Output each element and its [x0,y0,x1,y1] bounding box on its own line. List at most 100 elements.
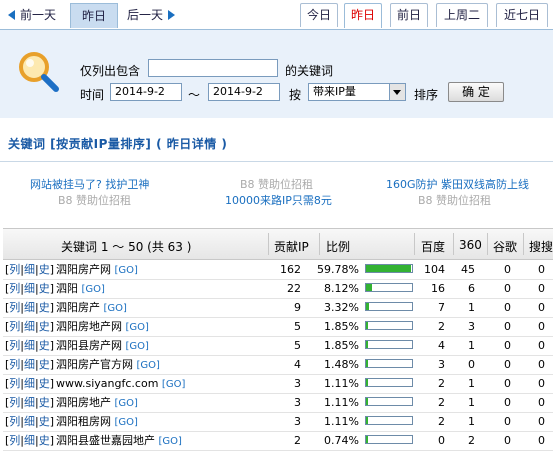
detail-link[interactable]: 细 [24,339,35,352]
ratio-bar-fill [366,322,368,329]
list-link[interactable]: 列 [9,282,20,295]
prev-day-link[interactable]: 前一天 [8,5,56,25]
detail-link[interactable]: 细 [24,396,35,409]
table-row: [列|细|史] 泗阳房地产 [GO] 3 1.11% 2 1 0 0 [3,393,553,413]
list-link[interactable]: 列 [9,358,20,371]
date-from-input[interactable]: 2014-9-2 [110,83,182,101]
go-link[interactable]: [GO] [82,284,105,295]
detail-link[interactable]: 细 [24,434,35,447]
go-link[interactable]: [GO] [126,322,149,333]
go-link[interactable]: [GO] [137,360,160,371]
go-link[interactable]: [GO] [126,341,149,352]
ad-link-left-2[interactable]: B8 赞助位招租 [58,192,131,208]
header-360[interactable]: 360 [459,238,482,252]
history-link[interactable]: 史 [39,282,50,295]
header-google[interactable]: 谷歌 [493,238,517,255]
tab-yesterday-label: 昨日 [350,8,375,22]
row-baidu: 2 [438,396,445,409]
ad-link-right-1[interactable]: 160G防护 紫田双线高防上线 [386,176,529,192]
go-link[interactable]: [GO] [115,265,138,276]
tab-last-seven-days[interactable]: 近七日 [496,3,548,27]
ad-link-mid-1[interactable]: B8 赞助位招租 [240,176,313,192]
row-360: 0 [468,358,475,371]
header-keyword: 关键词 1 ～ 50 (共 63 ) [61,240,192,254]
history-link[interactable]: 史 [39,263,50,276]
go-link[interactable]: [GO] [115,398,138,409]
list-link[interactable]: 列 [9,434,20,447]
section-title[interactable]: 关键词 [按贡献IP量排序] ( 昨日详情 ) [8,135,227,152]
tab-yesterday[interactable]: 昨日 [344,3,382,28]
chevron-down-icon[interactable] [389,84,405,100]
row-ratio: 1.85% [324,339,359,352]
ratio-bar [365,359,413,368]
list-link[interactable]: 列 [9,263,20,276]
list-link[interactable]: 列 [9,396,20,409]
ratio-bar-fill [366,398,368,405]
detail-link[interactable]: 细 [24,263,35,276]
detail-link[interactable]: 细 [24,377,35,390]
arrow-left-icon [8,10,15,20]
tab-last-seven-days-label: 近七日 [503,8,540,22]
row-sogou: 0 [538,301,545,314]
row-sogou: 0 [538,377,545,390]
history-link[interactable]: 史 [39,301,50,314]
ratio-bar [365,435,413,444]
sort-select[interactable]: 带来IP量 [308,83,406,101]
header-baidu[interactable]: 百度 [421,238,445,255]
ratio-bar [365,378,413,387]
history-link[interactable]: 史 [39,415,50,428]
row-ip: 5 [294,320,301,333]
list-link[interactable]: 列 [9,377,20,390]
list-link[interactable]: 列 [9,320,20,333]
date-to-input[interactable]: 2014-9-2 [208,83,280,101]
ratio-bar-fill [366,379,368,386]
history-link[interactable]: 史 [39,377,50,390]
tab-today[interactable]: 今日 [300,3,338,27]
history-link[interactable]: 史 [39,396,50,409]
go-link[interactable]: [GO] [115,417,138,428]
keyword-suffix-label: 的关键词 [285,64,334,78]
detail-link[interactable]: 细 [24,415,35,428]
row-sogou: 0 [538,339,545,352]
table-row: [列|细|史] 泗阳房产官方网 [GO] 4 1.48% 3 0 0 0 [3,355,553,375]
go-link[interactable]: [GO] [159,436,182,447]
row-google: 0 [504,282,511,295]
list-link[interactable]: 列 [9,415,20,428]
confirm-button[interactable]: 确 定 [448,82,504,102]
header-ip[interactable]: 贡献IP [274,238,309,255]
row-links: [列|细|史] 泗阳房产官方网 [GO] [5,357,160,373]
detail-link[interactable]: 细 [24,301,35,314]
keyword-filter-input[interactable] [148,59,278,77]
ad-link-mid-2[interactable]: 10000来路IP只需8元 [225,192,332,208]
ratio-bar [365,397,413,406]
tab-last-tuesday[interactable]: 上周二 [436,3,488,27]
history-link[interactable]: 史 [39,339,50,352]
next-day-link[interactable]: 后一天 [127,5,176,25]
history-link[interactable]: 史 [39,434,50,447]
magnifier-icon [19,52,59,92]
header-sogou[interactable]: 搜搜 [529,238,553,255]
go-link[interactable]: [GO] [162,379,185,390]
date-range-tilde: ～ [188,88,201,102]
row-links: [列|细|史] 泗阳 [GO] [5,281,105,297]
detail-link[interactable]: 细 [24,320,35,333]
row-links: [列|细|史] 泗阳租房网 [GO] [5,414,138,430]
row-baidu: 7 [438,301,445,314]
list-link[interactable]: 列 [9,301,20,314]
row-ratio: 59.78% [317,263,359,276]
ad-link-left-1[interactable]: 网站被挂马了? 找护卫神 [30,176,149,192]
bracket-close: ] [49,263,55,276]
history-link[interactable]: 史 [39,320,50,333]
row-google: 0 [504,301,511,314]
history-link[interactable]: 史 [39,358,50,371]
bracket-close: ] [49,301,55,314]
detail-link[interactable]: 细 [24,358,35,371]
go-link[interactable]: [GO] [104,303,127,314]
ad-link-right-2[interactable]: B8 赞助位招租 [418,192,491,208]
row-ip: 3 [294,377,301,390]
list-link[interactable]: 列 [9,339,20,352]
detail-link[interactable]: 细 [24,282,35,295]
current-day-tab[interactable]: 昨日 [70,3,118,28]
tab-day-before[interactable]: 前日 [390,3,428,27]
arrow-right-icon [168,10,176,20]
